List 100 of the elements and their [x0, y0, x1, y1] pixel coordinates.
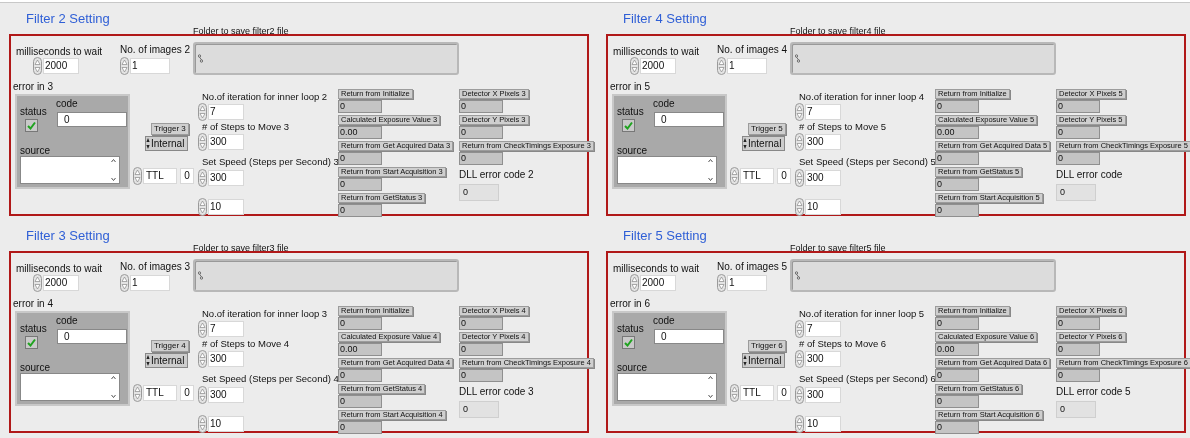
control-label: milliseconds to wait: [613, 262, 700, 276]
indicator-value: 0: [459, 343, 503, 356]
source-field[interactable]: [617, 373, 717, 401]
scroll-arrows-icon: [708, 374, 713, 400]
status-checkbox[interactable]: [25, 336, 38, 349]
control-label: status: [617, 322, 644, 336]
indicator-label: DLL error code 2: [459, 169, 534, 181]
ttl-ring[interactable]: TTL: [740, 168, 774, 184]
numeric-field[interactable]: 1: [727, 275, 767, 291]
numeric-field[interactable]: 300: [805, 170, 841, 186]
spinner-arrows[interactable]: [795, 415, 804, 433]
source-field[interactable]: [20, 373, 120, 401]
ring-arrows-icon: [146, 137, 150, 150]
control-label: Set Speed (Steps per Second) 5: [799, 155, 936, 169]
indicator-value: 0: [1056, 126, 1100, 139]
code-field[interactable]: 0: [57, 329, 127, 344]
path-field[interactable]: [193, 259, 459, 292]
indicator-value: 0: [338, 178, 382, 191]
control-label: No.of iteration for inner loop 4: [799, 90, 925, 104]
indicator-value: 0: [935, 178, 979, 191]
numeric-field[interactable]: 10: [208, 416, 244, 432]
control-label: status: [617, 105, 644, 119]
path-browse-icon: [198, 271, 203, 280]
numeric-field[interactable]: 300: [805, 387, 841, 403]
indicator-value: 0.00: [338, 343, 382, 356]
path-field[interactable]: [193, 42, 459, 75]
control-label: No.of iteration for inner loop 5: [799, 307, 925, 321]
numeric-field[interactable]: 1: [130, 58, 170, 74]
trigger-ring[interactable]: Internal: [145, 136, 189, 151]
control-label: error in 4: [13, 297, 53, 311]
numeric-field[interactable]: 1: [130, 275, 170, 291]
indicator-value: 0: [1056, 152, 1100, 165]
control-label: code: [653, 97, 675, 111]
control-label: source: [617, 361, 647, 375]
numeric-field[interactable]: 300: [208, 387, 244, 403]
numeric-field[interactable]: 2000: [43, 58, 79, 74]
control-label: Set Speed (Steps per Second) 4: [202, 372, 339, 386]
folder-label: Folder to save filter3 file: [193, 242, 289, 255]
numeric-field[interactable]: 7: [208, 104, 244, 120]
trigger-ring[interactable]: Internal: [145, 353, 189, 368]
status-checkbox[interactable]: [25, 119, 38, 132]
source-field[interactable]: [617, 156, 717, 184]
control-label: milliseconds to wait: [613, 45, 700, 59]
code-field[interactable]: 0: [654, 112, 724, 127]
indicator-value: 0: [935, 369, 979, 382]
numeric-field[interactable]: 2000: [640, 275, 676, 291]
ring-arrows-icon: [743, 354, 747, 367]
code-field[interactable]: 0: [654, 329, 724, 344]
spinner-arrows[interactable]: [198, 415, 207, 433]
control-label: source: [617, 144, 647, 158]
indicator-value: 0: [935, 152, 979, 165]
indicator-label: DLL error code 3: [459, 386, 534, 398]
indicator-value: 0: [1056, 317, 1100, 330]
indicator-value: 0: [459, 100, 503, 113]
numeric-field[interactable]: 2000: [640, 58, 676, 74]
numeric-field[interactable]: 300: [208, 170, 244, 186]
numeric-field[interactable]: 300: [805, 134, 841, 150]
code-field[interactable]: 0: [57, 112, 127, 127]
control-label: Set Speed (Steps per Second) 3: [202, 155, 339, 169]
indicator-value: 0: [459, 317, 503, 330]
numeric-field[interactable]: 10: [805, 416, 841, 432]
numeric-field[interactable]: 2000: [43, 275, 79, 291]
numeric-field[interactable]: 300: [208, 351, 244, 367]
section-title: Filter 5 Setting: [623, 227, 707, 245]
numeric-field[interactable]: 7: [208, 321, 244, 337]
path-field[interactable]: [790, 42, 1056, 75]
folder-label: Folder to save filter4 file: [790, 25, 886, 38]
ttl-ring[interactable]: TTL: [143, 168, 177, 184]
trigger-ring[interactable]: Internal: [742, 136, 786, 151]
source-field[interactable]: [20, 156, 120, 184]
status-checkbox[interactable]: [622, 119, 635, 132]
section-title: Filter 2 Setting: [26, 10, 110, 28]
ttl-ring[interactable]: TTL: [740, 385, 774, 401]
control-label: # of Steps to Move 3: [202, 120, 290, 134]
path-field[interactable]: [790, 259, 1056, 292]
indicator-label: DLL error code: [1056, 169, 1123, 181]
ttl-ring[interactable]: TTL: [143, 385, 177, 401]
indicator-value: 0: [935, 100, 979, 113]
indicator-value: 0: [935, 421, 979, 434]
numeric-field[interactable]: 10: [208, 199, 244, 215]
numeric-field[interactable]: 7: [805, 104, 841, 120]
numeric-field[interactable]: 300: [208, 134, 244, 150]
indicator-label: DLL error code 5: [1056, 386, 1131, 398]
folder-label: Folder to save filter5 file: [790, 242, 886, 255]
scroll-arrows-icon: [111, 157, 116, 183]
numeric-field[interactable]: 10: [805, 199, 841, 215]
spinner-arrows[interactable]: [795, 198, 804, 216]
control-label: No.of iteration for inner loop 3: [202, 307, 328, 321]
trigger-label: Trigger 6: [748, 340, 786, 352]
numeric-field[interactable]: 1: [727, 58, 767, 74]
indicator-value: 0: [338, 317, 382, 330]
numeric-field[interactable]: 7: [805, 321, 841, 337]
indicator-value: 0: [338, 421, 382, 434]
numeric-field[interactable]: 300: [805, 351, 841, 367]
control-label: status: [20, 105, 47, 119]
indicator-value: 0.00: [935, 126, 979, 139]
ttl-value: 0: [777, 168, 791, 184]
trigger-ring[interactable]: Internal: [742, 353, 786, 368]
status-checkbox[interactable]: [622, 336, 635, 349]
spinner-arrows[interactable]: [198, 198, 207, 216]
